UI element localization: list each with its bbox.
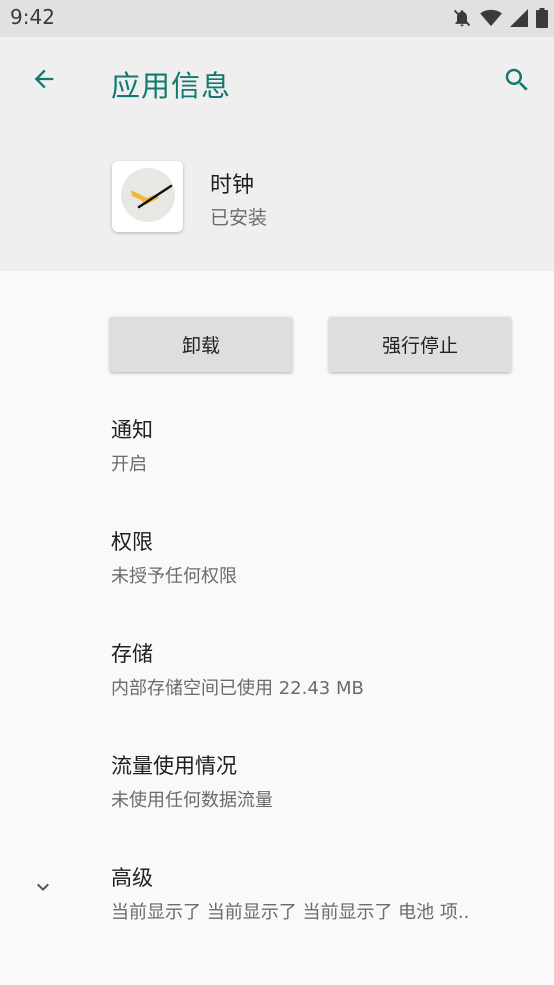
status-icons: [452, 8, 548, 28]
page-title: 应用信息: [111, 69, 232, 103]
setting-permissions[interactable]: 权限 未授予任何权限: [111, 526, 237, 588]
setting-title: 高级: [111, 866, 153, 890]
app-name: 时钟: [210, 173, 255, 198]
arrow-back-icon: [30, 65, 58, 97]
setting-storage[interactable]: 存储 内部存储空间已使用 22.43 MB: [111, 638, 364, 700]
search-button[interactable]: [494, 59, 540, 105]
setting-summary: 内部存储空间已使用 22.43 MB: [111, 678, 364, 699]
battery-icon: [536, 8, 548, 28]
setting-summary: 开启: [111, 454, 147, 475]
setting-title: 存储: [111, 642, 153, 666]
setting-title: 通知: [111, 418, 153, 442]
setting-summary: 未使用任何数据流量: [111, 790, 273, 811]
setting-advanced[interactable]: 高级 当前显示了 当前显示了 当前显示了 电池 项..: [111, 862, 531, 924]
clock-app-icon: [119, 166, 177, 228]
status-time: 9:42: [10, 5, 55, 29]
wifi-icon: [480, 9, 502, 27]
setting-summary: 当前显示了 当前显示了 当前显示了 电池 项..: [111, 902, 470, 923]
uninstall-button[interactable]: 卸载: [110, 317, 292, 372]
chevron-down-icon[interactable]: [28, 872, 58, 902]
search-icon: [502, 65, 532, 99]
setting-summary: 未授予任何权限: [111, 566, 237, 587]
setting-notifications[interactable]: 通知 开启: [111, 414, 153, 476]
setting-data-usage[interactable]: 流量使用情况 未使用任何数据流量: [111, 750, 273, 812]
status-bar: 9:42: [0, 0, 554, 37]
setting-title: 权限: [111, 530, 153, 554]
app-install-status: 已安装: [210, 207, 268, 229]
force-stop-button[interactable]: 强行停止: [329, 317, 511, 372]
back-button[interactable]: [22, 61, 66, 101]
signal-icon: [510, 9, 528, 27]
app-header: 应用信息 时钟 已安装: [0, 37, 554, 271]
notifications-off-icon: [452, 8, 472, 28]
app-icon: [112, 161, 183, 232]
setting-title: 流量使用情况: [111, 754, 237, 778]
